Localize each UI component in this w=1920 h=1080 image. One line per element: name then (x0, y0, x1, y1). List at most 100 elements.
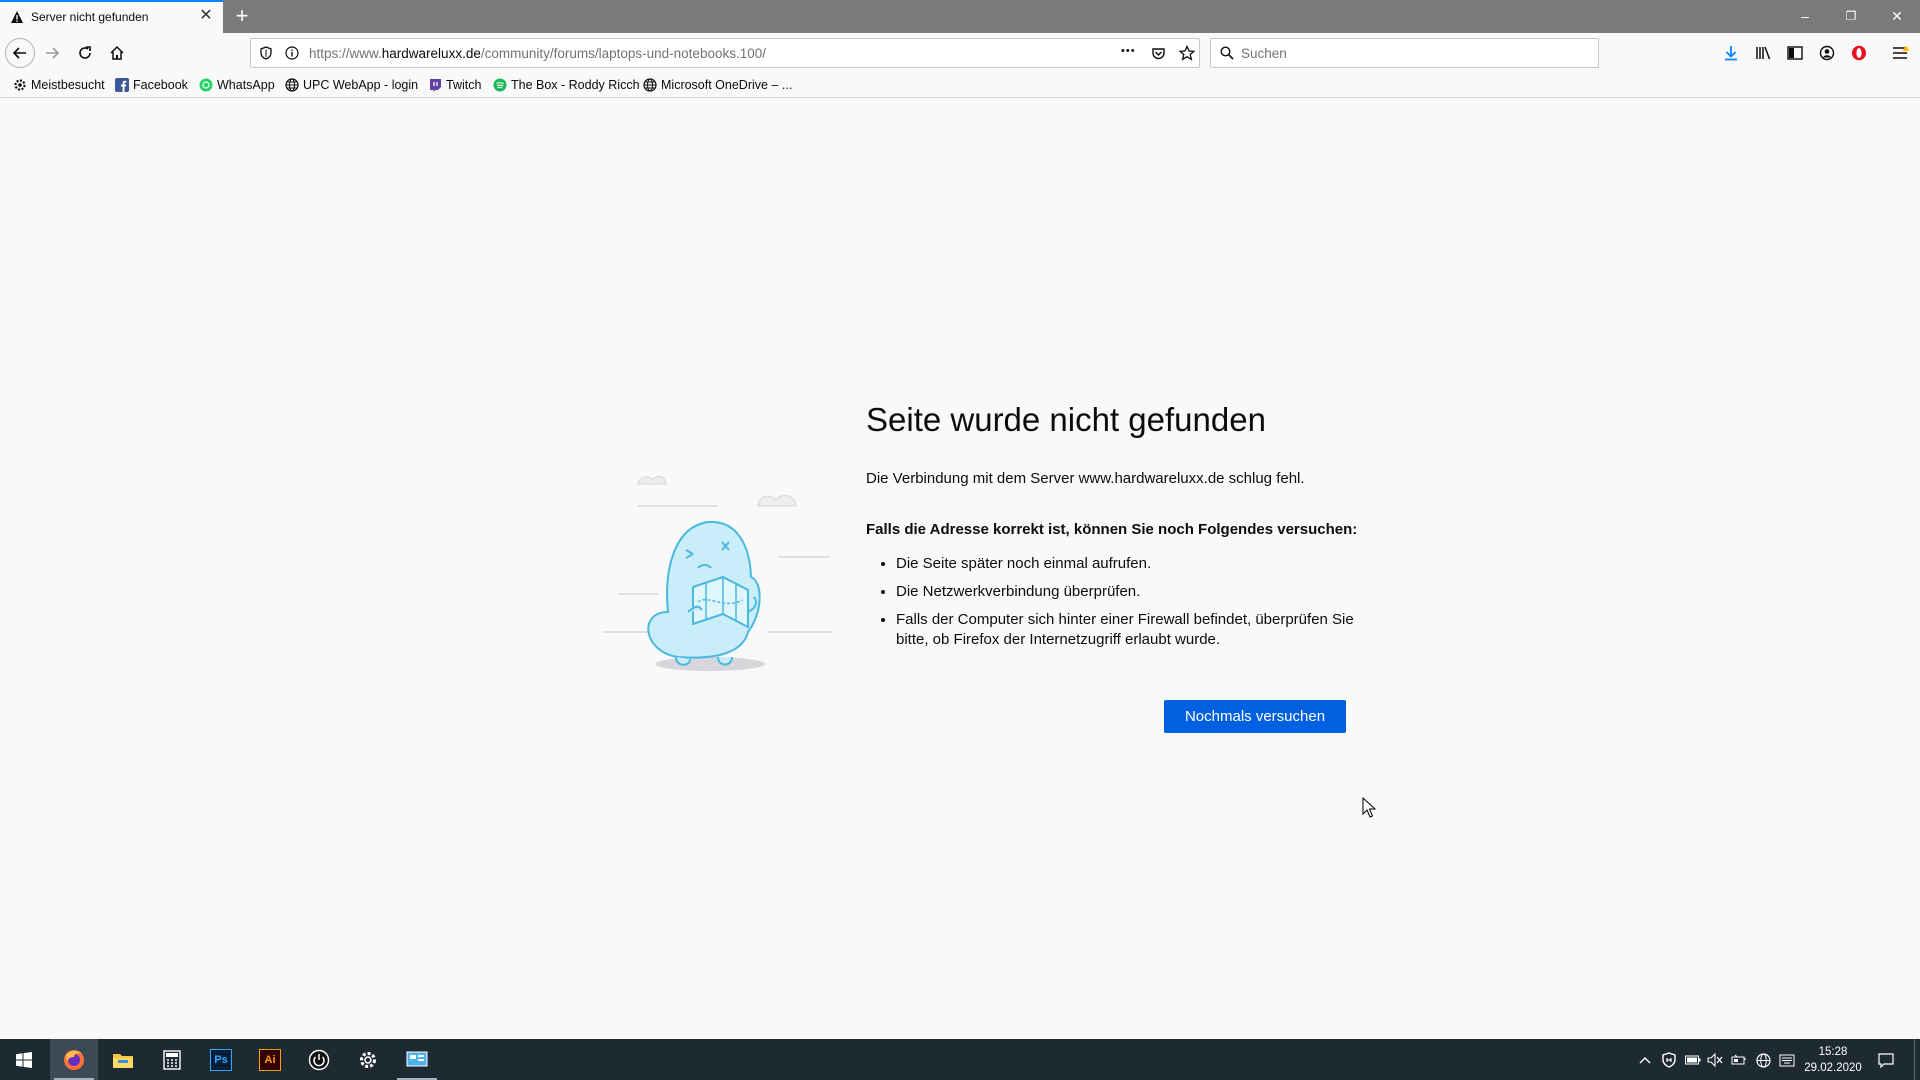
facebook-icon (114, 78, 129, 93)
search-bar[interactable]: Suchen (1210, 38, 1599, 68)
reload-button[interactable] (71, 39, 99, 67)
error-description: Die Verbindung mit dem Server www.hardwa… (866, 470, 1305, 487)
illustrator-icon: Ai (259, 1048, 281, 1071)
minimize-button[interactable]: – (1782, 0, 1828, 33)
bookmark-label: The Box - Roddy Ricch (511, 78, 640, 92)
home-button[interactable] (103, 39, 131, 67)
notification-center-icon[interactable] (1877, 1051, 1895, 1069)
control-panel-icon (406, 1051, 428, 1066)
spotify-icon (492, 78, 507, 93)
taskbar-illustrator[interactable]: Ai (246, 1039, 294, 1080)
home-icon (110, 45, 124, 60)
search-placeholder: Suchen (1241, 46, 1287, 61)
globe-icon (642, 78, 657, 93)
bookmark-label: WhatsApp (217, 78, 275, 92)
bookmark-star-icon[interactable] (1179, 45, 1195, 61)
taskbar-file-explorer[interactable] (99, 1039, 147, 1080)
system-clock[interactable]: 15:28 29.02.2020 (1802, 1044, 1864, 1076)
globe-icon (284, 78, 299, 93)
tray-shield-icon[interactable] (1660, 1051, 1678, 1069)
url-text[interactable]: https://www.hardwareluxx.de/community/fo… (309, 46, 766, 61)
taskbar-firefox[interactable] (50, 1039, 98, 1080)
bookmark-label: Twitch (446, 78, 482, 92)
close-window-button[interactable]: ✕ (1874, 0, 1920, 33)
bookmark-facebook[interactable]: Facebook (114, 76, 188, 94)
input-keyboard-icon[interactable] (1778, 1051, 1796, 1069)
library-button[interactable] (1752, 42, 1774, 64)
opera-icon (1852, 45, 1866, 61)
tracking-shield-icon[interactable] (259, 46, 273, 60)
twitch-icon (427, 78, 442, 93)
retry-button[interactable]: Nochmals versuchen (1164, 700, 1346, 733)
taskbar-power-app[interactable] (295, 1039, 343, 1080)
folder-icon (113, 1053, 133, 1068)
pocket-icon[interactable] (1151, 46, 1166, 61)
whatsapp-icon (198, 78, 213, 93)
tab-active[interactable]: Server nicht gefunden ✕ (0, 0, 223, 33)
url-prefix: https://www. (309, 46, 382, 61)
error-hint: Falls die Adresse korrekt ist, können Si… (866, 521, 1358, 538)
search-icon (1220, 46, 1234, 60)
taskbar-photoshop[interactable]: Ps (197, 1039, 245, 1080)
bookmark-whatsapp[interactable]: WhatsApp (198, 76, 275, 94)
new-tab-button[interactable]: + (231, 4, 253, 28)
suggestion-list: Die Seite später noch einmal aufrufen. D… (866, 554, 1386, 658)
tab-strip: Server nicht gefunden ✕ + – ❐ ✕ (0, 0, 1920, 33)
bookmark-the-box[interactable]: The Box - Roddy Ricch (492, 76, 640, 94)
settings-gear-icon (360, 1051, 376, 1068)
windows-taskbar: Ps Ai 15:28 29.02.2020 (0, 1039, 1920, 1080)
opera-extension-button[interactable] (1848, 42, 1870, 64)
bookmark-onedrive[interactable]: Microsoft OneDrive – ... (642, 76, 792, 94)
start-button[interactable] (0, 1039, 48, 1080)
library-icon (1755, 46, 1770, 60)
bookmark-label: Facebook (133, 78, 188, 92)
url-bar[interactable]: https://www.hardwareluxx.de/community/fo… (250, 38, 1200, 68)
back-button[interactable] (5, 38, 35, 68)
gear-icon (12, 78, 27, 93)
error-title: Seite wurde nicht gefunden (866, 401, 1266, 438)
network-globe-icon[interactable] (1754, 1051, 1772, 1069)
bookmark-twitch[interactable]: Twitch (427, 76, 481, 94)
power-circle-icon (308, 1049, 330, 1070)
bookmarks-toolbar: Meistbesucht Facebook WhatsApp UPC WebAp… (0, 73, 1920, 98)
url-host: hardwareluxx.de (381, 46, 481, 61)
bookmark-upc-webapp[interactable]: UPC WebApp - login (284, 76, 418, 94)
taskbar-settings[interactable] (344, 1039, 392, 1080)
download-arrow-icon (1725, 46, 1737, 61)
hamburger-menu-icon (1893, 45, 1910, 59)
taskbar-control-panel[interactable] (393, 1039, 441, 1080)
power-plug-icon[interactable] (1730, 1051, 1748, 1069)
volume-muted-icon[interactable] (1706, 1051, 1724, 1069)
navigation-toolbar: https://www.hardwareluxx.de/community/fo… (0, 33, 1920, 73)
arrow-right-icon (46, 47, 60, 59)
reload-icon (79, 46, 91, 59)
downloads-button[interactable] (1720, 42, 1742, 64)
show-hidden-icons-chevron-up-icon[interactable] (1636, 1051, 1654, 1069)
forward-button[interactable] (38, 39, 66, 67)
sidebar-button[interactable] (1784, 42, 1806, 64)
info-icon[interactable] (285, 46, 299, 60)
firefox-icon (64, 1049, 84, 1070)
account-button[interactable] (1816, 42, 1838, 64)
battery-icon[interactable] (1684, 1051, 1702, 1069)
clock-time: 15:28 (1818, 1046, 1848, 1058)
menu-button[interactable] (1890, 42, 1912, 64)
page-actions-menu-icon[interactable]: ••• (1121, 45, 1136, 57)
mouse-cursor-icon (1362, 797, 1376, 818)
dinosaur-with-map-illustration (603, 476, 833, 671)
tab-title: Server nicht gefunden (31, 10, 149, 24)
bookmark-label: Microsoft OneDrive – ... (661, 78, 793, 92)
taskbar-calculator[interactable] (148, 1039, 196, 1080)
suggestion-item: Die Seite später noch einmal aufrufen. (896, 554, 1386, 574)
url-path: /community/forums/laptops-und-notebooks.… (480, 46, 766, 61)
photoshop-icon: Ps (210, 1048, 232, 1071)
bookmark-meistbesucht[interactable]: Meistbesucht (12, 76, 105, 94)
show-desktop-button[interactable] (1914, 1039, 1915, 1080)
warning-icon (11, 11, 23, 23)
restore-button[interactable]: ❐ (1828, 0, 1874, 33)
sidebar-icon (1787, 46, 1803, 60)
tab-close-icon[interactable]: ✕ (197, 7, 215, 25)
bookmark-label: Meistbesucht (31, 78, 105, 92)
account-icon (1819, 45, 1835, 61)
arrow-left-icon (12, 47, 26, 59)
